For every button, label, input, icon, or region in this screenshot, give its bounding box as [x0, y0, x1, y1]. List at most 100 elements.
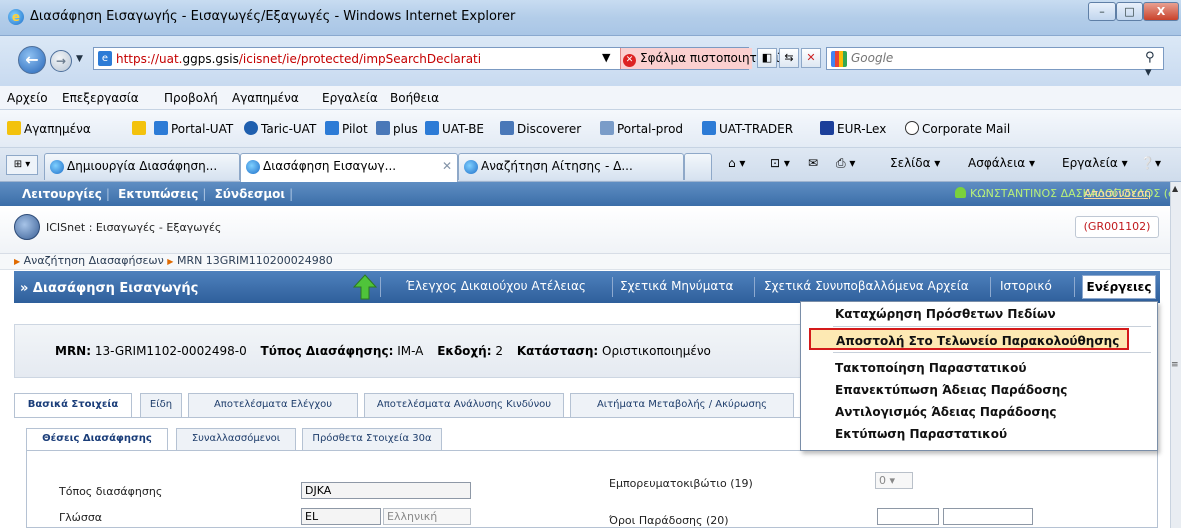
fav-portal-prod[interactable]: Portal-prod	[600, 121, 683, 136]
divider	[612, 277, 613, 297]
search-box[interactable]: ⚲ ▾	[826, 47, 1164, 80]
url-text[interactable]: https://uat.ggps.gsis/icisnet/ie/protect…	[116, 52, 616, 66]
history-button[interactable]: Ιστορικό	[1000, 279, 1052, 293]
browser-tab-1[interactable]: Δημιουργία Διασάφηση...	[44, 153, 240, 180]
fav-pilot[interactable]: Pilot	[325, 121, 368, 136]
maximize-button[interactable]: □	[1116, 2, 1143, 21]
tab-basic-info[interactable]: Βασικά Στοιχεία	[14, 393, 132, 418]
address-dropdown-icon[interactable]: ▼	[602, 51, 610, 64]
section-title: » Διασάφηση Εισαγωγής	[20, 281, 199, 296]
breadcrumb-search-declarations[interactable]: Αναζήτηση Διασαφήσεων	[24, 254, 164, 267]
quick-tabs-button[interactable]: ⊞ ▾	[6, 155, 38, 175]
tab-items[interactable]: Είδη	[140, 393, 182, 417]
nav-functions[interactable]: Λειτουργίες	[22, 187, 102, 201]
forward-button[interactable]: →	[50, 50, 72, 72]
fav-eur-lex[interactable]: EUR-Lex	[820, 121, 886, 136]
certificate-error-button[interactable]: ✕ Σφάλμα πιστοποιητικού	[620, 48, 782, 69]
menu-favorites[interactable]: Αγαπημένα	[232, 91, 299, 105]
mail-read-icon[interactable]: ✉	[808, 156, 818, 170]
report-icon	[500, 121, 514, 135]
tools-menu[interactable]: Εργαλεία ▾	[1062, 156, 1128, 170]
fav-portal-uat[interactable]: Portal-UAT	[154, 121, 233, 136]
help-icon[interactable]: ❔▾	[1140, 156, 1161, 170]
fav-plus[interactable]: plus	[376, 121, 418, 136]
menu-separator	[833, 352, 1151, 353]
delivery-terms-place-field[interactable]	[943, 508, 1033, 525]
language-code-field[interactable]: EL	[301, 508, 381, 525]
menu-item-reprint-release[interactable]: Επανεκτύπωση Άδειας Παράδοσης	[801, 379, 1157, 401]
menu-item-print-document[interactable]: Εκτύπωση Παραστατικού	[801, 423, 1157, 445]
menu-item-register-fields[interactable]: Καταχώρηση Πρόσθετων Πεδίων	[801, 303, 1157, 325]
menu-item-reverse-release[interactable]: Αντιλογισμός Άδειας Παράδοσης	[801, 401, 1157, 423]
fav-uat-be[interactable]: UAT-BE	[425, 121, 484, 136]
home-icon[interactable]: ⌂ ▾	[728, 156, 745, 170]
actions-dropdown-menu: Καταχώρηση Πρόσθετων Πεδίων Αποστολή Στο…	[800, 301, 1158, 451]
menu-item-send-to-customs-office[interactable]: Αποστολή Στο Τελωνείο Παρακολούθησης	[809, 328, 1129, 350]
tab-risk-analysis[interactable]: Αποτελέσματα Ανάλυσης Κινδύνου	[364, 393, 564, 417]
search-input[interactable]	[851, 51, 1131, 65]
declaration-form: Τόπος διασάφησης DJKA Γλώσσα EL Ελληνική…	[26, 450, 1158, 528]
ie-page-icon	[325, 121, 339, 135]
nav-links[interactable]: Σύνδεσμοι	[215, 187, 286, 201]
page-scrollbar[interactable]: ▲ ≡	[1170, 182, 1181, 528]
safety-menu[interactable]: Ασφάλεια ▾	[968, 156, 1035, 170]
search-icon[interactable]: ⚲ ▾	[1145, 50, 1163, 80]
tab-amendment-requests[interactable]: Αιτήματα Μεταβολής / Ακύρωσης	[570, 393, 794, 417]
fav-discoverer[interactable]: Discoverer	[500, 121, 581, 136]
browser-tab-3[interactable]: Αναζήτηση Αίτησης - Δ...	[458, 153, 684, 180]
scroll-grip[interactable]: ≡	[1171, 360, 1179, 370]
nav-prints[interactable]: Εκτυπώσεις	[118, 187, 198, 201]
refresh-button[interactable]: ⇆	[779, 48, 799, 68]
go-up-arrow-icon[interactable]	[352, 273, 378, 301]
fav-taric-uat[interactable]: Taric-UAT	[244, 121, 316, 136]
actions-menu-button[interactable]: Ενέργειες	[1082, 275, 1156, 299]
tab-additional-30a[interactable]: Πρόσθετα Στοιχεία 30α	[302, 428, 442, 450]
user-icon	[955, 187, 966, 198]
fav-uat-trader[interactable]: UAT-TRADER	[702, 121, 793, 136]
new-tab-button[interactable]	[684, 153, 712, 180]
version-value: 2	[495, 344, 503, 358]
compatibility-view-button[interactable]: ◧	[757, 48, 777, 68]
page-menu[interactable]: Σελίδα ▾	[890, 156, 940, 170]
minimize-button[interactable]: –	[1088, 2, 1116, 21]
address-toolbar: ← → ▼ e https://uat.ggps.gsis/icisnet/ie…	[0, 36, 1181, 86]
recent-pages-dropdown[interactable]: ▼	[76, 54, 83, 64]
container-label: Εμπορευματοκιβώτιο (19)	[609, 477, 753, 490]
network-icon	[600, 121, 614, 135]
page-icon: e	[98, 51, 112, 66]
menu-edit[interactable]: Επεξεργασία	[62, 91, 139, 105]
print-icon[interactable]: ⎙ ▾	[836, 156, 855, 171]
window-title: Διασάφηση Εισαγωγής - Εισαγωγές/Εξαγωγές…	[30, 9, 516, 24]
check-exemption-button[interactable]: Έλεγχος Δικαιούχου Ατέλειας	[406, 279, 586, 293]
container-select[interactable]: 0 ▾	[875, 472, 913, 489]
delivery-terms-code-field[interactable]	[877, 508, 939, 525]
browser-tab-2[interactable]: Διασάφηση Εισαγωγ... ✕	[240, 153, 458, 182]
close-tab-icon[interactable]: ✕	[442, 154, 452, 179]
menu-view[interactable]: Προβολή	[164, 91, 218, 105]
tab-control-results[interactable]: Αποτελέσματα Ελέγχου	[188, 393, 358, 417]
add-favorite-icon[interactable]	[132, 121, 149, 136]
menu-file[interactable]: Αρχείο	[7, 91, 48, 105]
ie-tab-icon	[50, 160, 64, 174]
address-bar[interactable]: e https://uat.ggps.gsis/icisnet/ie/prote…	[93, 47, 782, 70]
declaration-place-field[interactable]: DJKA	[301, 482, 471, 499]
scroll-up-icon[interactable]: ▲	[1172, 184, 1178, 193]
menu-help[interactable]: Βοήθεια	[390, 91, 439, 105]
favorites-button[interactable]: Αγαπημένα	[7, 121, 91, 136]
mrn-value: 13-GRIM1102-0002498-0	[94, 344, 247, 358]
office-code-badge: (GR001102)	[1075, 216, 1159, 238]
back-button[interactable]: ←	[18, 46, 46, 74]
stop-button[interactable]: ✕	[801, 48, 821, 68]
related-messages-button[interactable]: Σχετικά Μηνύματα	[620, 279, 733, 293]
menu-item-settle-document[interactable]: Τακτοποίηση Παραστατικού	[801, 357, 1157, 379]
menu-tools[interactable]: Εργαλεία	[322, 91, 378, 105]
tab-declaration-positions[interactable]: Θέσεις Διασάφησης	[26, 428, 168, 451]
close-window-button[interactable]: X	[1143, 2, 1179, 21]
feeds-icon[interactable]: ⊡ ▾	[770, 156, 790, 170]
logout-link[interactable]: Αποσύνδεση	[1084, 187, 1151, 200]
related-attachments-button[interactable]: Σχετικά Συνυποβαλλόμενα Αρχεία	[764, 279, 969, 293]
tab-traders[interactable]: Συναλλασσόμενοι	[176, 428, 296, 450]
fav-corporate-mail[interactable]: Corporate Mail	[905, 121, 1010, 136]
status-value: Οριστικοποιημένο	[602, 344, 711, 358]
window-titlebar: e Διασάφηση Εισαγωγής - Εισαγωγές/Εξαγωγ…	[0, 0, 1181, 36]
